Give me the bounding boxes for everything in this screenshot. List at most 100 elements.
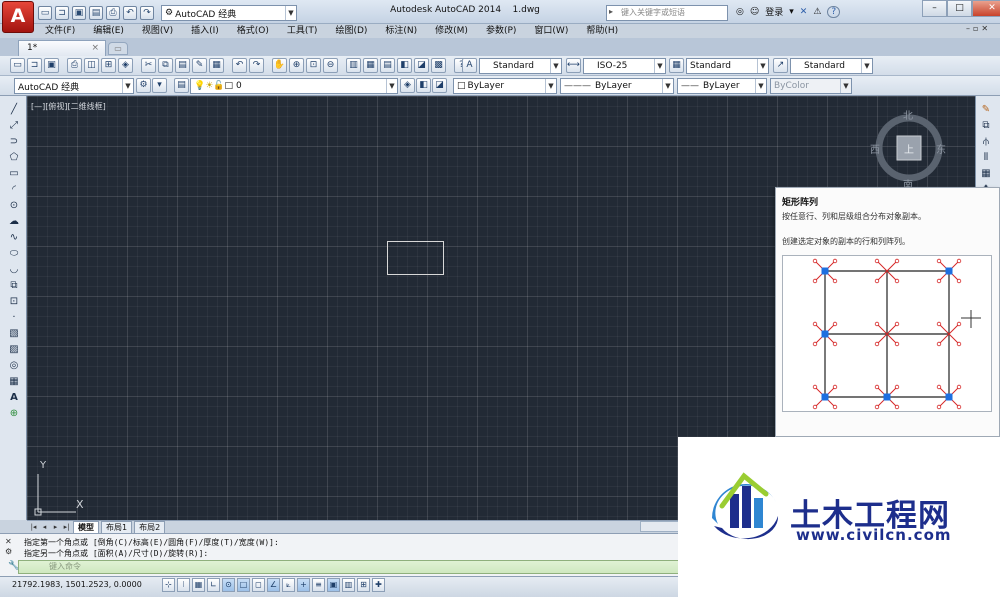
workspace-save-icon[interactable]: ▾ xyxy=(152,78,167,93)
file-tab-1[interactable]: 1* × xyxy=(18,40,106,56)
table-icon[interactable]: ▦ xyxy=(6,373,22,388)
new-icon[interactable]: ▭ xyxy=(38,6,52,20)
ellipse-arc-icon[interactable]: ◡ xyxy=(6,261,22,276)
line-icon[interactable]: ╱ xyxy=(6,101,22,116)
cut-icon[interactable]: ✂ xyxy=(141,58,156,73)
spline-icon[interactable]: ∿ xyxy=(6,229,22,244)
help-button[interactable]: ? xyxy=(827,5,841,18)
text-style-dropdown[interactable]: Standard ▼ xyxy=(479,58,562,74)
menu-file[interactable]: 文件(F) xyxy=(36,24,84,38)
zoom-previous-icon[interactable]: ⊖ xyxy=(323,58,338,73)
next-tab-icon[interactable]: ▸ xyxy=(51,523,60,531)
sheet-set-icon[interactable]: ◧ xyxy=(397,58,412,73)
table-style-dropdown[interactable]: Standard ▼ xyxy=(686,58,769,74)
tab-model[interactable]: 模型 xyxy=(73,521,99,533)
design-center-icon[interactable]: ▦ xyxy=(363,58,378,73)
copy-icon[interactable]: ⧉ xyxy=(158,58,173,73)
match-properties-icon[interactable]: ✎ xyxy=(192,58,207,73)
selection-cycling-icon[interactable]: ⊞ xyxy=(357,578,370,592)
viewport-controls-label[interactable]: [—][俯视][二维线框] xyxy=(31,101,106,112)
workspace-settings-icon[interactable]: ⚙ xyxy=(136,78,151,93)
workspace-toolbar-dropdown[interactable]: AutoCAD 经典 ▼ xyxy=(14,78,134,94)
layer-properties-icon[interactable]: ▤ xyxy=(174,78,189,93)
menu-draw[interactable]: 绘图(D) xyxy=(326,24,376,38)
mleader-style-dropdown[interactable]: Standard ▼ xyxy=(790,58,873,74)
grid-display-icon[interactable]: ▦ xyxy=(192,578,205,592)
prev-tab-icon[interactable]: ◂ xyxy=(40,523,49,531)
polygon-icon[interactable]: ⬠ xyxy=(6,149,22,164)
lineweight-dropdown[interactable]: —— ByLayer ▼ xyxy=(677,78,767,94)
wrench-icon[interactable]: 🔧 xyxy=(8,561,19,571)
properties-icon[interactable]: ▥ xyxy=(346,58,361,73)
layer-state-icon[interactable]: ◪ xyxy=(432,78,447,93)
snap-mode-icon[interactable]: ⁝ xyxy=(177,578,190,592)
tab-layout2[interactable]: 布局2 xyxy=(134,521,166,533)
user-icon[interactable]: ☺ xyxy=(750,7,759,17)
save-icon[interactable]: ▣ xyxy=(44,58,59,73)
menu-format[interactable]: 格式(O) xyxy=(228,24,278,38)
viewcube-north[interactable]: 北 xyxy=(903,107,913,122)
tab-layout1[interactable]: 布局1 xyxy=(101,521,133,533)
erase-icon[interactable]: ✎ xyxy=(978,101,994,116)
close-button[interactable]: ✕ xyxy=(972,0,1000,17)
gradient-icon[interactable]: ▨ xyxy=(6,341,22,356)
arc-icon[interactable]: ◜ xyxy=(6,181,22,196)
layer-previous-icon[interactable]: ◧ xyxy=(416,78,431,93)
copy-object-icon[interactable]: ⧉ xyxy=(978,117,994,132)
layer-dropdown[interactable]: 💡 ☀ 🔓 □ 0 ▼ xyxy=(190,78,398,94)
plot-preview-icon[interactable]: ◫ xyxy=(84,58,99,73)
tool-palettes-icon[interactable]: ▤ xyxy=(380,58,395,73)
menu-edit[interactable]: 编辑(E) xyxy=(84,24,133,38)
viewcube-west[interactable]: 西 xyxy=(870,141,880,156)
pan-icon[interactable]: ✋ xyxy=(272,58,287,73)
open-icon[interactable]: ⊐ xyxy=(27,58,42,73)
polyline-icon[interactable]: ⊃ xyxy=(6,133,22,148)
quickcalc-icon[interactable]: ▩ xyxy=(431,58,446,73)
ortho-mode-icon[interactable]: ∟ xyxy=(207,578,220,592)
binoculars-icon[interactable]: ◎ xyxy=(736,7,744,17)
undo-icon[interactable]: ↶ xyxy=(232,58,247,73)
dynamic-input-icon[interactable]: + xyxy=(297,578,310,592)
coordinates-readout[interactable]: 21792.1983, 1501.2523, 0.0000 xyxy=(12,580,142,589)
rectangle-icon[interactable]: ▭ xyxy=(6,165,22,180)
point-icon[interactable]: · xyxy=(6,309,22,324)
document-window-controls[interactable]: –▫✕ xyxy=(966,24,991,33)
region-icon[interactable]: ◎ xyxy=(6,357,22,372)
object-snap-icon[interactable]: □ xyxy=(237,578,250,592)
maximize-button[interactable]: □ xyxy=(947,0,972,17)
menu-dimension[interactable]: 标注(N) xyxy=(376,24,426,38)
lineweight-icon[interactable]: ≡ xyxy=(312,578,325,592)
offset-icon[interactable]: ⫴ xyxy=(978,149,994,164)
save-icon[interactable]: ▣ xyxy=(72,6,86,20)
circle-icon[interactable]: ⊙ xyxy=(6,197,22,212)
annotation-monitor-icon[interactable]: ✚ xyxy=(372,578,385,592)
menu-window[interactable]: 窗口(W) xyxy=(525,24,577,38)
multiline-text-icon[interactable]: A xyxy=(6,389,22,404)
last-tab-icon[interactable]: ▸| xyxy=(62,523,71,531)
menu-insert[interactable]: 插入(I) xyxy=(182,24,228,38)
new-icon[interactable]: ▭ xyxy=(10,58,25,73)
login-button[interactable]: 登录 xyxy=(765,5,783,18)
construction-line-icon[interactable]: ⤢ xyxy=(6,117,22,132)
menu-view[interactable]: 视图(V) xyxy=(133,24,182,38)
infer-constraints-icon[interactable]: ⊹ xyxy=(162,578,175,592)
undo-icon[interactable]: ↶ xyxy=(123,6,137,20)
viewcube-east[interactable]: 东 xyxy=(936,141,946,156)
first-tab-icon[interactable]: |◂ xyxy=(29,523,38,531)
minimize-button[interactable]: – xyxy=(922,0,947,17)
mirror-icon[interactable]: ⫛ xyxy=(978,133,994,148)
zoom-window-icon[interactable]: ⊡ xyxy=(306,58,321,73)
menu-parameter[interactable]: 参数(P) xyxy=(477,24,525,38)
redo-icon[interactable]: ↷ xyxy=(249,58,264,73)
redo-icon[interactable]: ↷ xyxy=(140,6,154,20)
transparency-icon[interactable]: ▣ xyxy=(327,578,340,592)
saveas-icon[interactable]: ▤ xyxy=(89,6,103,20)
markup-icon[interactable]: ◪ xyxy=(414,58,429,73)
dim-style-dropdown[interactable]: ISO-25 ▼ xyxy=(583,58,666,74)
print-icon[interactable]: ⎙ xyxy=(106,6,120,20)
block-editor-icon[interactable]: ▦ xyxy=(209,58,224,73)
3d-object-snap-icon[interactable]: ◻ xyxy=(252,578,265,592)
hatch-icon[interactable]: ▧ xyxy=(6,325,22,340)
color-dropdown[interactable]: □ ByLayer ▼ xyxy=(453,78,557,94)
chevron-down-icon[interactable]: ▾ xyxy=(789,7,794,17)
